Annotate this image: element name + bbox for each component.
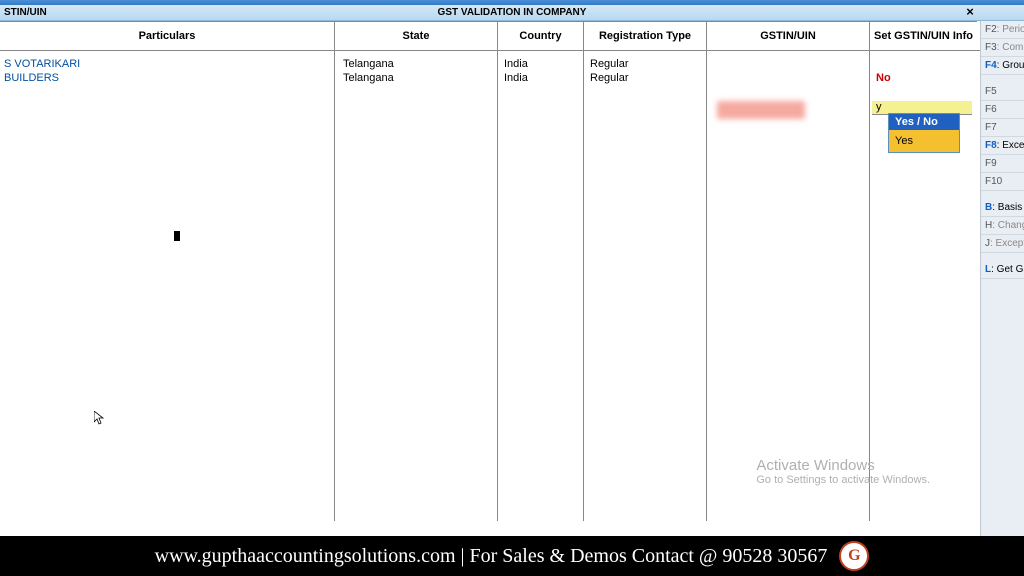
table-header-row: Particulars State Country Registration T… — [0, 21, 980, 51]
cell-country: India — [498, 71, 584, 85]
fkey-label: F5 — [985, 86, 997, 97]
footer-logo-icon: G — [839, 541, 869, 571]
cell-regtype: Regular — [584, 57, 707, 71]
fkey-label: F7 — [985, 122, 997, 133]
fkey-desc: : Get GS — [991, 264, 1024, 275]
close-button[interactable]: × — [962, 5, 978, 21]
fkey-desc: : Excepti — [990, 238, 1024, 249]
side-fkey-panel: F2: PerioF3: CompF4: GroupF5F6F7F8: Exce… — [980, 21, 1024, 536]
cell-regtype: Regular — [584, 71, 707, 85]
sidebar-item-f2[interactable]: F2: Perio — [981, 21, 1024, 39]
sidebar-item-h[interactable]: H: Chang — [981, 217, 1024, 235]
redacted-gstin — [717, 101, 805, 119]
watermark-sub: Go to Settings to activate Windows. — [756, 474, 930, 486]
cell-setinfo — [870, 57, 977, 71]
fkey-desc: : Group — [997, 60, 1024, 71]
cell-particulars: S VOTARIKARI — [0, 57, 335, 71]
fkey-label: F10 — [985, 176, 1002, 187]
sidebar-item-f6[interactable]: F6 — [981, 101, 1024, 119]
mouse-cursor-icon — [94, 411, 104, 428]
fkey-label: F6 — [985, 104, 997, 115]
footer-banner: www.gupthaaccountingsolutions.com | For … — [0, 536, 1024, 576]
col-header-regtype: Registration Type — [584, 21, 707, 50]
sidebar-item-f3[interactable]: F3: Comp — [981, 39, 1024, 57]
sidebar-item-f4[interactable]: F4: Group — [981, 57, 1024, 75]
fkey-desc: : Comp — [997, 42, 1024, 53]
text-caret — [174, 231, 180, 241]
sidebar-item-b[interactable]: B: Basis o — [981, 199, 1024, 217]
cell-country: India — [498, 57, 584, 71]
cell-particulars: BUILDERS — [0, 71, 335, 85]
table-body: S VOTARIKARI Telangana India Regular BUI… — [0, 51, 980, 85]
sidebar-item-f8[interactable]: F8: Excep — [981, 137, 1024, 155]
dropdown-option-yes[interactable]: Yes — [889, 130, 959, 152]
sidebar-item-f9[interactable]: F9 — [981, 155, 1024, 173]
col-header-state: State — [335, 21, 498, 50]
cell-setinfo: No — [870, 71, 977, 85]
col-header-setinfo: Set GSTIN/UIN Info — [870, 21, 977, 50]
cell-state: Telangana — [335, 71, 498, 85]
cell-gstin — [707, 71, 870, 85]
sidebar-item-j[interactable]: J: Excepti — [981, 235, 1024, 253]
fkey-desc: : Perio — [997, 24, 1024, 35]
yes-no-dropdown[interactable]: Yes / No Yes — [888, 113, 960, 153]
fkey-label: F2 — [985, 24, 997, 35]
watermark-title: Activate Windows — [756, 457, 930, 474]
title-bar: STIN/UIN GST VALIDATION IN COMPANY × — [0, 5, 1024, 21]
fkey-label: F9 — [985, 158, 997, 169]
fkey-desc: : Basis o — [992, 202, 1024, 213]
fkey-label: F8 — [985, 140, 997, 151]
sidebar-item-l[interactable]: L: Get GS — [981, 261, 1024, 279]
col-header-particulars: Particulars — [0, 21, 335, 50]
cell-gstin — [707, 57, 870, 71]
fkey-label: F3 — [985, 42, 997, 53]
footer-text: www.gupthaaccountingsolutions.com | For … — [155, 545, 828, 568]
cell-state: Telangana — [335, 57, 498, 71]
windows-activation-watermark: Activate Windows Go to Settings to activ… — [756, 457, 930, 486]
main-content: Particulars State Country Registration T… — [0, 21, 980, 536]
title-left: STIN/UIN — [0, 7, 47, 18]
fkey-label: F4 — [985, 60, 997, 71]
page-title: GST VALIDATION IN COMPANY — [438, 7, 587, 18]
col-header-gstin: GSTIN/UIN — [707, 21, 870, 50]
sidebar-item-f5[interactable]: F5 — [981, 83, 1024, 101]
table-row[interactable]: S VOTARIKARI Telangana India Regular — [0, 57, 980, 71]
table-row[interactable]: BUILDERS Telangana India Regular No — [0, 71, 980, 85]
fkey-desc: : Chang — [992, 220, 1024, 231]
sidebar-item-f10[interactable]: F10 — [981, 173, 1024, 191]
fkey-desc: : Excep — [997, 140, 1024, 151]
col-header-country: Country — [498, 21, 584, 50]
sidebar-item-f7[interactable]: F7 — [981, 119, 1024, 137]
dropdown-title: Yes / No — [889, 114, 959, 130]
